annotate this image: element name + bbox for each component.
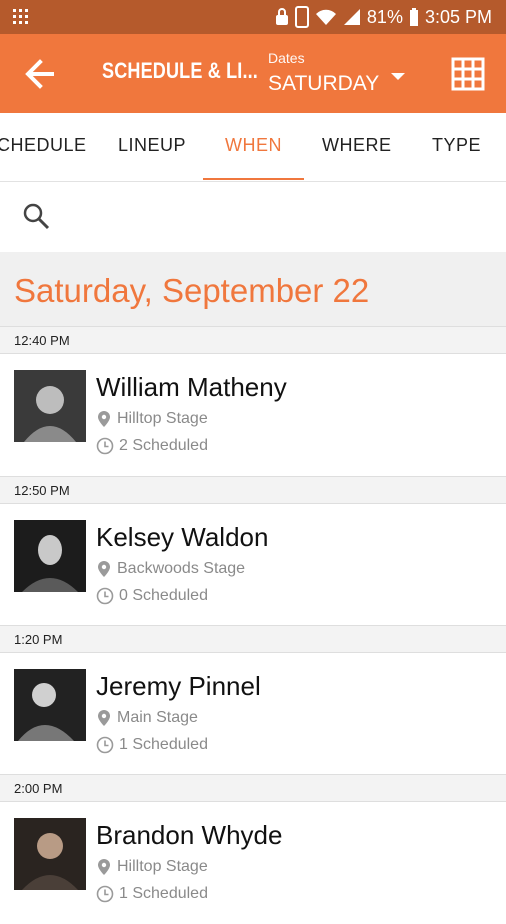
event-section: 12:50 PM Kelsey Waldon Backwoods Stage 0…: [0, 476, 506, 626]
app-grid-icon: [12, 8, 30, 31]
clock-icon: [96, 587, 114, 605]
app-title: SCHEDULE & LI...: [102, 58, 258, 83]
scheduled-count: 0 Scheduled: [119, 587, 208, 604]
phone-icon: [294, 6, 309, 28]
stage-row: Hilltop Stage: [96, 410, 208, 428]
tab-when[interactable]: WHEN: [225, 135, 282, 156]
artist-name: William Matheny: [96, 372, 287, 402]
event-section: 1:20 PM Jeremy Pinnel Main Stage 1 Sched…: [0, 625, 506, 775]
tab-where[interactable]: WHERE: [322, 135, 392, 156]
cell-signal-icon: [343, 9, 360, 25]
dates-select[interactable]: SATURDAY: [268, 72, 379, 96]
stage-row: Main Stage: [96, 709, 198, 727]
grid-view-icon[interactable]: [450, 56, 486, 92]
day-title: Saturday, September 22: [14, 272, 370, 309]
stage-name: Backwoods Stage: [117, 560, 246, 577]
time-label: 1:20 PM: [14, 632, 63, 647]
artist-photo: [14, 370, 86, 442]
event-section: 2:00 PM Brandon Whyde Hilltop Stage 1 Sc…: [0, 774, 506, 924]
clock-icon: [96, 885, 114, 903]
artist-photo: [14, 669, 86, 741]
stage-name: Main Stage: [117, 709, 198, 726]
artist-name: Kelsey Waldon: [96, 522, 269, 552]
time-header: 2:00 PM: [0, 774, 506, 802]
scheduled-row: 1 Scheduled: [96, 736, 208, 754]
scheduled-row: 0 Scheduled: [96, 587, 208, 605]
scheduled-count: 2 Scheduled: [119, 437, 208, 454]
artist-photo: [14, 818, 86, 890]
search-bar[interactable]: [0, 182, 506, 252]
tab-schedule[interactable]: CHEDULE: [0, 135, 87, 156]
status-bar: 81% 3:05 PM: [0, 0, 506, 34]
clock: 3:05 PM: [424, 6, 492, 27]
active-tab-indicator: [203, 178, 304, 180]
clock-icon: [96, 736, 114, 754]
time-label: 12:50 PM: [14, 483, 70, 498]
time-label: 2:00 PM: [14, 781, 63, 796]
stage-name: Hilltop Stage: [117, 858, 208, 875]
stage-row: Backwoods Stage: [96, 560, 245, 578]
scheduled-row: 2 Scheduled: [96, 437, 208, 455]
scheduled-count: 1 Scheduled: [119, 885, 208, 902]
back-arrow-icon[interactable]: [22, 56, 58, 92]
time-header: 1:20 PM: [0, 625, 506, 653]
artist-photo: [14, 520, 86, 592]
artist-name: Brandon Whyde: [96, 820, 283, 850]
location-pin-icon: [98, 561, 110, 577]
time-header: 12:50 PM: [0, 476, 506, 504]
location-pin-icon: [98, 859, 110, 875]
location-pin-icon: [98, 411, 110, 427]
scheduled-count: 1 Scheduled: [119, 736, 208, 753]
location-pin-icon: [98, 710, 110, 726]
time-label: 12:40 PM: [14, 333, 70, 348]
app-bar: SCHEDULE & LI... Dates SATURDAY: [0, 34, 506, 113]
event-card[interactable]: Jeremy Pinnel Main Stage 1 Scheduled: [0, 653, 506, 775]
event-card[interactable]: William Matheny Hilltop Stage 2 Schedule…: [0, 354, 506, 476]
search-icon[interactable]: [22, 202, 50, 230]
lock-icon: [275, 8, 288, 25]
tab-bar: CHEDULE LINEUP WHEN WHERE TYPE: [0, 113, 506, 181]
tab-lineup[interactable]: LINEUP: [118, 135, 186, 156]
time-header: 12:40 PM: [0, 326, 506, 354]
chevron-down-icon[interactable]: [388, 70, 408, 84]
stage-name: Hilltop Stage: [117, 410, 208, 427]
event-card[interactable]: Kelsey Waldon Backwoods Stage 0 Schedule…: [0, 504, 506, 626]
event-card[interactable]: Brandon Whyde Hilltop Stage 1 Scheduled: [0, 802, 506, 924]
day-header: Saturday, September 22: [0, 252, 506, 328]
battery-icon: [409, 8, 418, 26]
clock-icon: [96, 437, 114, 455]
tab-type[interactable]: TYPE: [432, 135, 481, 156]
scheduled-row: 1 Scheduled: [96, 885, 208, 903]
dates-label: Dates: [268, 50, 305, 66]
stage-row: Hilltop Stage: [96, 858, 208, 876]
event-section: 12:40 PM William Matheny Hilltop Stage 2…: [0, 326, 506, 476]
battery-percent: 81%: [366, 6, 403, 27]
artist-name: Jeremy Pinnel: [96, 671, 261, 701]
wifi-icon: [315, 9, 336, 25]
